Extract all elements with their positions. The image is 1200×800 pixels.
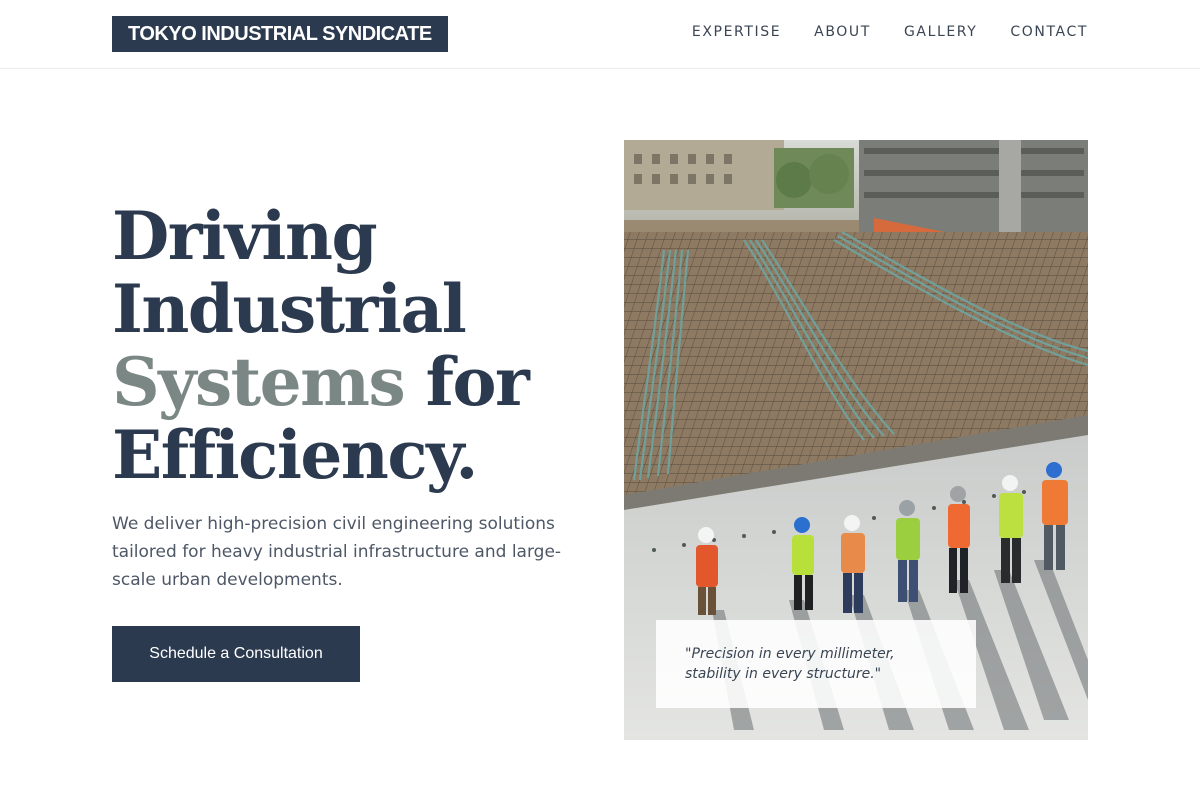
nav-item-contact[interactable]: CONTACT <box>1010 22 1088 42</box>
hero-title-line1: Driving <box>112 197 378 275</box>
quote-card: "Precision in every millimeter, stabilit… <box>656 620 976 708</box>
hero-title-accent: Systems <box>112 343 406 421</box>
main-nav: EXPERTISE ABOUT GALLERY CONTACT <box>692 22 1088 42</box>
schedule-consultation-button[interactable]: Schedule a Consultation <box>112 626 360 682</box>
nav-item-expertise[interactable]: EXPERTISE <box>692 22 781 42</box>
hero-title: Driving Industrial Systems for Efficienc… <box>112 200 612 492</box>
hero-title-line4: Efficiency. <box>112 416 478 494</box>
hero-description: We deliver high-precision civil engineer… <box>112 514 562 590</box>
hero-title-line3-rest: for <box>404 343 530 421</box>
quote-text: "Precision in every millimeter, stabilit… <box>685 646 895 682</box>
site-header: TOKYO INDUSTRIAL SYNDICATE EXPERTISE ABO… <box>0 0 1200 69</box>
nav-item-about[interactable]: ABOUT <box>814 22 871 42</box>
nav-item-gallery[interactable]: GALLERY <box>904 22 977 42</box>
hero-title-line2: Industrial <box>112 270 467 348</box>
hero-image: "Precision in every millimeter, stabilit… <box>624 140 1088 740</box>
brand-logo[interactable]: TOKYO INDUSTRIAL SYNDICATE <box>112 16 448 52</box>
